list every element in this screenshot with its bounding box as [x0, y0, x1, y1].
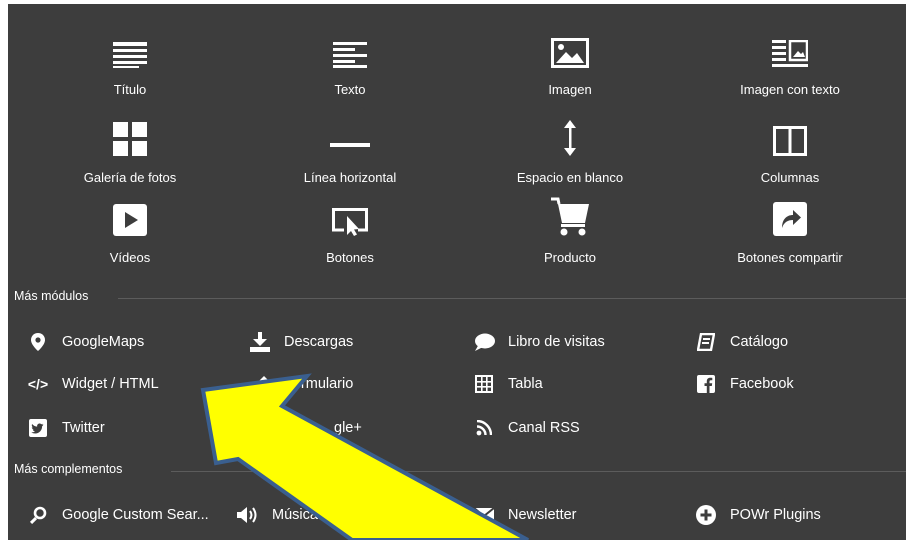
module-facebook[interactable]: Facebook: [694, 371, 794, 397]
button-cursor-icon: [332, 190, 368, 236]
module-widget-html[interactable]: </> Widget / HTML: [26, 371, 159, 397]
section-divider: [118, 298, 906, 299]
module-texto[interactable]: Texto: [255, 22, 445, 102]
module-label: POWr Plugins: [730, 507, 821, 523]
module-titulo[interactable]: Título: [35, 22, 225, 102]
speech-bubble-icon: [472, 333, 496, 351]
module-label: Formulario: [284, 376, 354, 392]
module-label: Línea horizontal: [303, 170, 397, 185]
module-label: Título: [113, 82, 147, 97]
module-catalogo[interactable]: Catálogo: [694, 329, 788, 355]
modules-panel: ⌃ Título Texto Imagen Imagen con texto G…: [8, 4, 906, 540]
module-label: Imagen con texto: [740, 82, 840, 97]
module-galeria[interactable]: Galería de fotos: [35, 110, 225, 190]
section-more-modules: Más módulos: [8, 289, 906, 307]
image-with-text-icon: [772, 22, 808, 68]
module-label: Canal RSS: [508, 420, 580, 436]
module-linea-horizontal[interactable]: Línea horizontal: [255, 110, 445, 190]
module-espacio-en-blanco[interactable]: Espacio en blanco: [475, 110, 665, 190]
module-imagen[interactable]: Imagen: [475, 22, 665, 102]
module-label: Música: [272, 507, 318, 523]
table-icon: [472, 375, 496, 393]
section-more-addons: Más complementos: [8, 462, 906, 480]
module-columnas[interactable]: Columnas: [695, 110, 885, 190]
module-label: Vídeos: [109, 250, 151, 265]
gallery-grid-icon: [113, 110, 147, 156]
module-videos[interactable]: Vídeos: [35, 190, 225, 270]
vertical-arrows-icon: [562, 110, 578, 156]
module-twitter[interactable]: Twitter: [26, 415, 105, 441]
module-google-plus[interactable]: gle+: [248, 415, 362, 441]
module-newsletter[interactable]: Newsletter: [472, 502, 577, 528]
module-label: Descargas: [284, 334, 354, 350]
module-label: Libro de visitas: [508, 334, 605, 350]
envelope-icon: [472, 508, 496, 522]
speaker-icon: [236, 506, 260, 524]
module-label: Catálogo: [730, 334, 789, 350]
module-googlemaps[interactable]: GoogleMaps: [26, 329, 144, 355]
module-label: Botones compartir: [737, 250, 843, 265]
catalog-book-icon: [694, 333, 718, 351]
code-icon: </>: [27, 376, 49, 392]
plus-circle-icon: [694, 505, 718, 525]
module-label: Producto: [543, 250, 597, 265]
module-descargas[interactable]: Descargas: [248, 329, 353, 355]
play-icon: [113, 190, 147, 236]
section-divider: [171, 471, 906, 472]
module-tabla[interactable]: Tabla: [472, 371, 543, 397]
rss-icon: [472, 420, 496, 436]
map-pin-icon: [26, 333, 50, 351]
module-label: Texto: [334, 82, 366, 97]
text-lines-icon: [333, 22, 367, 68]
form-pencil-icon: [248, 375, 272, 393]
module-botones[interactable]: Botones: [255, 190, 445, 270]
module-label: Imagen: [548, 82, 592, 97]
module-label: Twitter: [62, 420, 105, 436]
module-musica[interactable]: Música: [236, 502, 318, 528]
module-label: Facebook: [730, 376, 794, 392]
module-label: GoogleMaps: [62, 334, 145, 350]
module-label: Botones: [326, 250, 374, 265]
twitter-icon: [26, 419, 50, 437]
module-botones-compartir[interactable]: Botones compartir: [695, 190, 885, 270]
module-producto[interactable]: Producto: [475, 190, 665, 270]
facebook-icon: [694, 375, 718, 393]
module-label: Widget / HTML: [62, 376, 159, 392]
module-canal-rss[interactable]: Canal RSS: [472, 415, 580, 441]
module-imagen-con-texto[interactable]: Imagen con texto: [695, 22, 885, 102]
module-libro-de-visitas[interactable]: Libro de visitas: [472, 329, 605, 355]
module-powr-plugins[interactable]: POWr Plugins: [694, 502, 821, 528]
section-title: Más módulos: [14, 289, 89, 303]
horizontal-line-icon: [330, 110, 370, 156]
collapse-caret-icon[interactable]: ⌃: [450, 4, 460, 12]
module-label: Google Custom Sear...: [62, 507, 209, 523]
module-label: Tabla: [508, 376, 543, 392]
title-lines-icon: [113, 22, 147, 68]
download-icon: [248, 332, 272, 352]
module-label: Espacio en blanco: [516, 170, 624, 185]
share-icon: [773, 190, 807, 236]
section-title: Más complementos: [14, 462, 123, 476]
search-icon: [26, 506, 50, 524]
image-icon: [551, 22, 589, 68]
module-google-custom-search[interactable]: Google Custom Sear...: [26, 502, 209, 528]
shopping-cart-icon: [550, 190, 590, 236]
columns-icon: [773, 110, 807, 156]
module-label: Columnas: [760, 170, 820, 185]
module-formulario[interactable]: Formulario: [248, 371, 353, 397]
module-label: Newsletter: [508, 507, 577, 523]
module-label: Galería de fotos: [83, 170, 177, 185]
module-label: gle+: [334, 420, 362, 436]
